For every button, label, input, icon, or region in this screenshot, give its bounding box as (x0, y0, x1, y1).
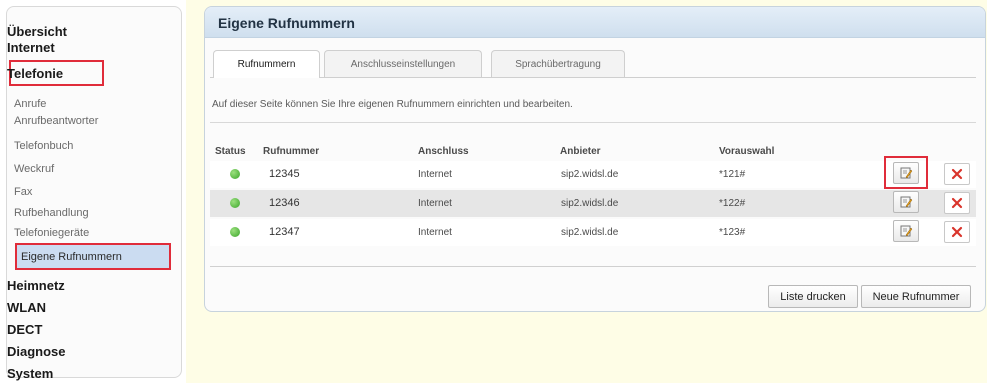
column-header-status: Status (215, 146, 246, 157)
table-divider (210, 266, 976, 267)
cell-vorauswahl: *122# (719, 198, 746, 209)
tab-rufnummern[interactable]: Rufnummern (213, 50, 320, 78)
page-description: Auf dieser Seite können Sie Ihre eigenen… (212, 99, 573, 110)
tab-divider (210, 77, 976, 78)
nav-item-heimnetz[interactable]: Heimnetz (7, 278, 65, 294)
cell-anbieter: sip2.widsl.de (561, 198, 619, 209)
column-header-vorauswahl: Vorauswahl (719, 146, 775, 157)
page-title: Eigene Rufnummern (218, 15, 355, 31)
edit-button[interactable] (893, 220, 919, 242)
nav-sub-anrufe[interactable]: Anrufe (14, 97, 46, 111)
nav-item-dect[interactable]: DECT (7, 322, 42, 338)
cell-rufnummer: 12346 (269, 197, 300, 209)
cell-anbieter: sip2.widsl.de (561, 169, 619, 180)
column-header-anschluss: Anschluss (418, 146, 469, 157)
cell-rufnummer: 12347 (269, 226, 300, 238)
status-dot-icon (230, 198, 240, 208)
nav-sub-telefonbuch[interactable]: Telefonbuch (14, 139, 73, 153)
delete-button[interactable] (944, 192, 970, 214)
nav-sub-weckruf[interactable]: Weckruf (14, 162, 54, 176)
delete-icon (951, 168, 963, 180)
nav-item-diagnose[interactable]: Diagnose (7, 344, 66, 360)
status-dot-icon (230, 169, 240, 179)
cell-anbieter: sip2.widsl.de (561, 227, 619, 238)
column-header-rufnummer: Rufnummer (263, 146, 320, 157)
cell-vorauswahl: *121# (719, 169, 746, 180)
edit-icon (900, 167, 913, 179)
edit-icon (900, 196, 913, 208)
nav-item-uebersicht[interactable]: Übersicht (7, 24, 67, 40)
delete-button[interactable] (944, 221, 970, 243)
delete-button[interactable] (944, 163, 970, 185)
nav-sub-anrufbeantworter[interactable]: Anrufbeantworter (14, 114, 98, 128)
status-dot-icon (230, 227, 240, 237)
tab-sprachuebertragung[interactable]: Sprachübertragung (491, 50, 625, 77)
cell-anschluss: Internet (418, 198, 452, 209)
edit-button[interactable] (893, 162, 919, 184)
cell-rufnummer: 12345 (269, 168, 300, 180)
nav-item-wlan[interactable]: WLAN (7, 300, 46, 316)
nav-item-internet[interactable]: Internet (7, 40, 55, 56)
column-header-anbieter: Anbieter (560, 146, 601, 157)
nav-sub-fax[interactable]: Fax (14, 185, 32, 199)
edit-icon (900, 225, 913, 237)
delete-icon (951, 226, 963, 238)
print-list-button[interactable]: Liste drucken (768, 285, 858, 308)
cell-anschluss: Internet (418, 227, 452, 238)
edit-button[interactable] (893, 191, 919, 213)
nav-item-telefonie[interactable]: Telefonie (7, 66, 63, 82)
panel-header: Eigene Rufnummern (205, 7, 985, 38)
tab-anschlusseinstellungen[interactable]: Anschlusseinstellungen (324, 50, 482, 77)
nav-sub-rufbehandlung[interactable]: Rufbehandlung (14, 206, 89, 220)
nav-item-system[interactable]: System (7, 366, 53, 382)
cell-vorauswahl: *123# (719, 227, 746, 238)
delete-icon (951, 197, 963, 209)
description-divider (210, 122, 976, 123)
nav-sub-telefoniegeraete[interactable]: Telefoniegeräte (14, 226, 89, 240)
nav-sub-eigene-rufnummern[interactable]: Eigene Rufnummern (21, 250, 122, 264)
cell-anschluss: Internet (418, 169, 452, 180)
new-number-button[interactable]: Neue Rufnummer (861, 285, 971, 308)
